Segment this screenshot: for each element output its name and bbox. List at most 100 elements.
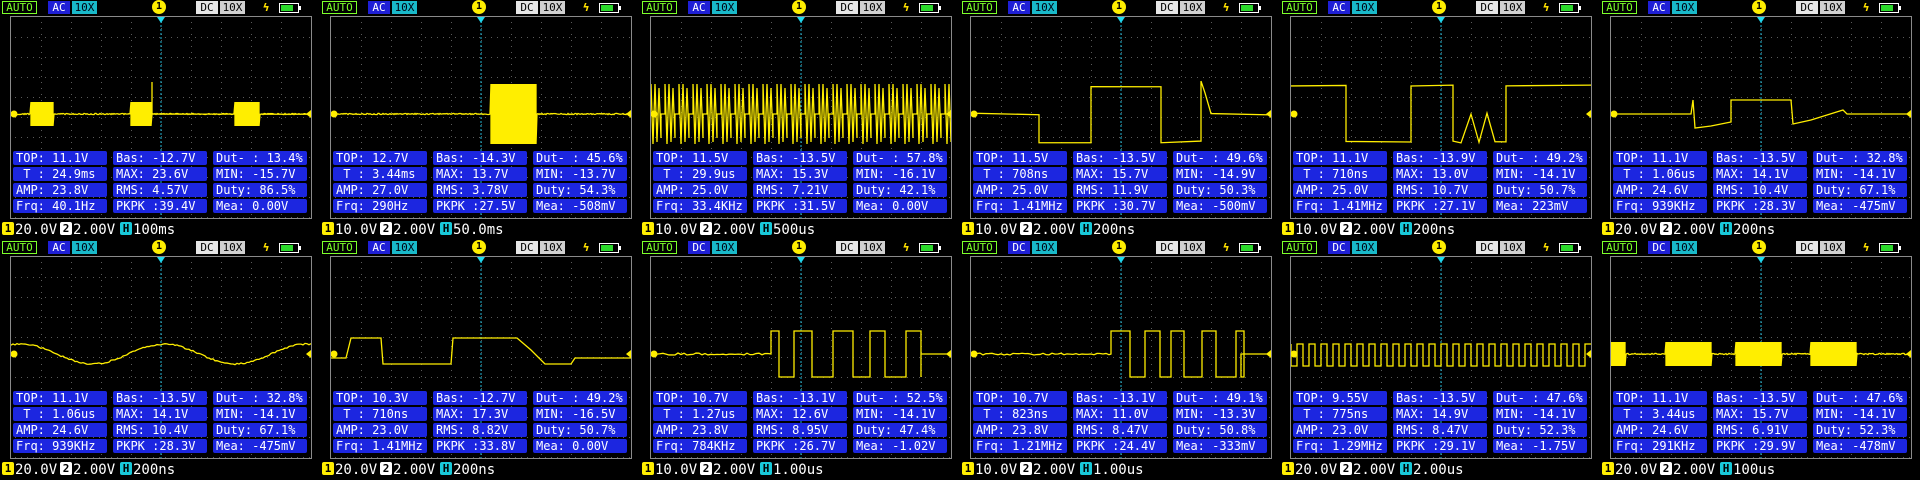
ch2-scale[interactable]: 2 2.00V bbox=[380, 221, 435, 239]
auto-trigger-badge[interactable]: AUTO bbox=[642, 241, 677, 254]
ch2-scale[interactable]: 2 2.00V bbox=[1340, 221, 1395, 239]
trigger-channel-badge[interactable]: 1 bbox=[152, 240, 166, 254]
trigger-channel-badge[interactable]: 1 bbox=[1112, 0, 1126, 14]
trigger-channel-badge[interactable]: 1 bbox=[472, 0, 486, 14]
timebase-scale[interactable]: H 1.00us bbox=[760, 461, 824, 479]
coupling-badge[interactable]: AC bbox=[48, 1, 70, 14]
waveform-screen[interactable]: TOP: 9.55V Bas: -13.5V Dut- : 47.6% T : … bbox=[1290, 256, 1592, 459]
timebase-scale[interactable]: H 100ms bbox=[120, 221, 175, 239]
ch1-scale[interactable]: 1 10.0V bbox=[1282, 221, 1337, 239]
auto-trigger-badge[interactable]: AUTO bbox=[1282, 1, 1317, 14]
ch2-probe-badge[interactable]: 10X bbox=[860, 241, 885, 254]
ch2-coupling-badge[interactable]: DC bbox=[1476, 241, 1498, 254]
ch2-scale[interactable]: 2 2.00V bbox=[1340, 461, 1395, 479]
ch1-scale[interactable]: 1 10.0V bbox=[642, 221, 697, 239]
trigger-channel-badge[interactable]: 1 bbox=[1752, 0, 1766, 14]
trigger-channel-badge[interactable]: 1 bbox=[792, 0, 806, 14]
coupling-badge[interactable]: AC bbox=[1328, 1, 1350, 14]
auto-trigger-badge[interactable]: AUTO bbox=[2, 241, 37, 254]
probe-badge[interactable]: 10X bbox=[1032, 1, 1057, 14]
ch2-coupling-badge[interactable]: DC bbox=[1796, 1, 1818, 14]
ch1-scale[interactable]: 1 20.0V bbox=[1602, 221, 1657, 239]
auto-trigger-badge[interactable]: AUTO bbox=[642, 1, 677, 14]
ch2-scale[interactable]: 2 2.00V bbox=[1020, 461, 1075, 479]
ch2-coupling-badge[interactable]: DC bbox=[1476, 1, 1498, 14]
ch2-probe-badge[interactable]: 10X bbox=[1820, 1, 1845, 14]
ch2-probe-badge[interactable]: 10X bbox=[1180, 1, 1205, 14]
coupling-badge[interactable]: AC bbox=[1648, 1, 1670, 14]
ch2-coupling-badge[interactable]: DC bbox=[1796, 241, 1818, 254]
auto-trigger-badge[interactable]: AUTO bbox=[1282, 241, 1317, 254]
probe-badge[interactable]: 10X bbox=[72, 1, 97, 14]
auto-trigger-badge[interactable]: AUTO bbox=[1602, 1, 1637, 14]
ch2-scale[interactable]: 2 2.00V bbox=[1660, 221, 1715, 239]
probe-badge[interactable]: 10X bbox=[1032, 241, 1057, 254]
ch2-scale[interactable]: 2 2.00V bbox=[1660, 461, 1715, 479]
timebase-scale[interactable]: H 500us bbox=[760, 221, 815, 239]
timebase-scale[interactable]: H 1.00us bbox=[1080, 461, 1144, 479]
coupling-badge[interactable]: DC bbox=[1008, 241, 1030, 254]
waveform-screen[interactable]: TOP: 10.3V Bas: -12.7V Dut- : 49.2% T : … bbox=[330, 256, 632, 459]
waveform-screen[interactable]: TOP: 10.7V Bas: -13.1V Dut- : 49.1% T : … bbox=[970, 256, 1272, 459]
ch2-probe-badge[interactable]: 10X bbox=[1500, 1, 1525, 14]
ch2-probe-badge[interactable]: 10X bbox=[1820, 241, 1845, 254]
ch1-scale[interactable]: 1 10.0V bbox=[322, 221, 377, 239]
probe-badge[interactable]: 10X bbox=[72, 241, 97, 254]
coupling-badge[interactable]: DC bbox=[1328, 241, 1350, 254]
probe-badge[interactable]: 10X bbox=[1352, 1, 1377, 14]
waveform-screen[interactable]: TOP: 10.7V Bas: -13.1V Dut- : 52.5% T : … bbox=[650, 256, 952, 459]
probe-badge[interactable]: 10X bbox=[392, 1, 417, 14]
ch2-coupling-badge[interactable]: DC bbox=[516, 1, 538, 14]
ch1-scale[interactable]: 1 10.0V bbox=[962, 461, 1017, 479]
timebase-scale[interactable]: H 200ns bbox=[120, 461, 175, 479]
ch1-scale[interactable]: 1 10.0V bbox=[962, 221, 1017, 239]
ch2-coupling-badge[interactable]: DC bbox=[836, 1, 858, 14]
coupling-badge[interactable]: DC bbox=[1648, 241, 1670, 254]
waveform-screen[interactable]: TOP: 11.1V Bas: -13.5V Dut- : 32.8% T : … bbox=[1610, 16, 1912, 219]
coupling-badge[interactable]: DC bbox=[688, 241, 710, 254]
ch1-scale[interactable]: 1 20.0V bbox=[1602, 461, 1657, 479]
probe-badge[interactable]: 10X bbox=[392, 241, 417, 254]
trigger-channel-badge[interactable]: 1 bbox=[792, 240, 806, 254]
auto-trigger-badge[interactable]: AUTO bbox=[322, 1, 357, 14]
probe-badge[interactable]: 10X bbox=[1672, 241, 1697, 254]
trigger-channel-badge[interactable]: 1 bbox=[472, 240, 486, 254]
auto-trigger-badge[interactable]: AUTO bbox=[1602, 241, 1637, 254]
ch1-scale[interactable]: 1 10.0V bbox=[642, 461, 697, 479]
ch1-scale[interactable]: 1 20.0V bbox=[2, 461, 57, 479]
timebase-scale[interactable]: H 200ns bbox=[1720, 221, 1775, 239]
ch2-probe-badge[interactable]: 10X bbox=[220, 241, 245, 254]
timebase-scale[interactable]: H 2.00us bbox=[1400, 461, 1464, 479]
ch2-coupling-badge[interactable]: DC bbox=[836, 241, 858, 254]
timebase-scale[interactable]: H 100us bbox=[1720, 461, 1775, 479]
auto-trigger-badge[interactable]: AUTO bbox=[962, 241, 997, 254]
ch2-probe-badge[interactable]: 10X bbox=[540, 241, 565, 254]
waveform-screen[interactable]: TOP: 11.1V Bas: -13.5V Dut- : 47.6% T : … bbox=[1610, 256, 1912, 459]
ch2-probe-badge[interactable]: 10X bbox=[860, 1, 885, 14]
probe-badge[interactable]: 10X bbox=[1672, 1, 1697, 14]
waveform-screen[interactable]: TOP: 11.1V Bas: -13.5V Dut- : 32.8% T : … bbox=[10, 256, 312, 459]
probe-badge[interactable]: 10X bbox=[1352, 241, 1377, 254]
trigger-channel-badge[interactable]: 1 bbox=[1752, 240, 1766, 254]
ch2-coupling-badge[interactable]: DC bbox=[196, 241, 218, 254]
waveform-screen[interactable]: TOP: 12.7V Bas: -14.3V Dut- : 45.6% T : … bbox=[330, 16, 632, 219]
coupling-badge[interactable]: AC bbox=[1008, 1, 1030, 14]
trigger-channel-badge[interactable]: 1 bbox=[1112, 240, 1126, 254]
ch2-scale[interactable]: 2 2.00V bbox=[700, 461, 755, 479]
coupling-badge[interactable]: AC bbox=[368, 1, 390, 14]
coupling-badge[interactable]: AC bbox=[368, 241, 390, 254]
waveform-screen[interactable]: TOP: 11.1V Bas: -13.9V Dut- : 49.2% T : … bbox=[1290, 16, 1592, 219]
ch2-probe-badge[interactable]: 10X bbox=[220, 1, 245, 14]
ch2-probe-badge[interactable]: 10X bbox=[540, 1, 565, 14]
timebase-scale[interactable]: H 200ns bbox=[440, 461, 495, 479]
trigger-channel-badge[interactable]: 1 bbox=[1432, 0, 1446, 14]
auto-trigger-badge[interactable]: AUTO bbox=[962, 1, 997, 14]
ch2-coupling-badge[interactable]: DC bbox=[1156, 241, 1178, 254]
probe-badge[interactable]: 10X bbox=[712, 241, 737, 254]
auto-trigger-badge[interactable]: AUTO bbox=[322, 241, 357, 254]
waveform-screen[interactable]: TOP: 11.5V Bas: -13.5V Dut- : 57.8% T : … bbox=[650, 16, 952, 219]
waveform-screen[interactable]: TOP: 11.5V Bas: -13.5V Dut- : 49.6% T : … bbox=[970, 16, 1272, 219]
trigger-channel-badge[interactable]: 1 bbox=[1432, 240, 1446, 254]
ch2-scale[interactable]: 2 2.00V bbox=[1020, 221, 1075, 239]
coupling-badge[interactable]: AC bbox=[48, 241, 70, 254]
